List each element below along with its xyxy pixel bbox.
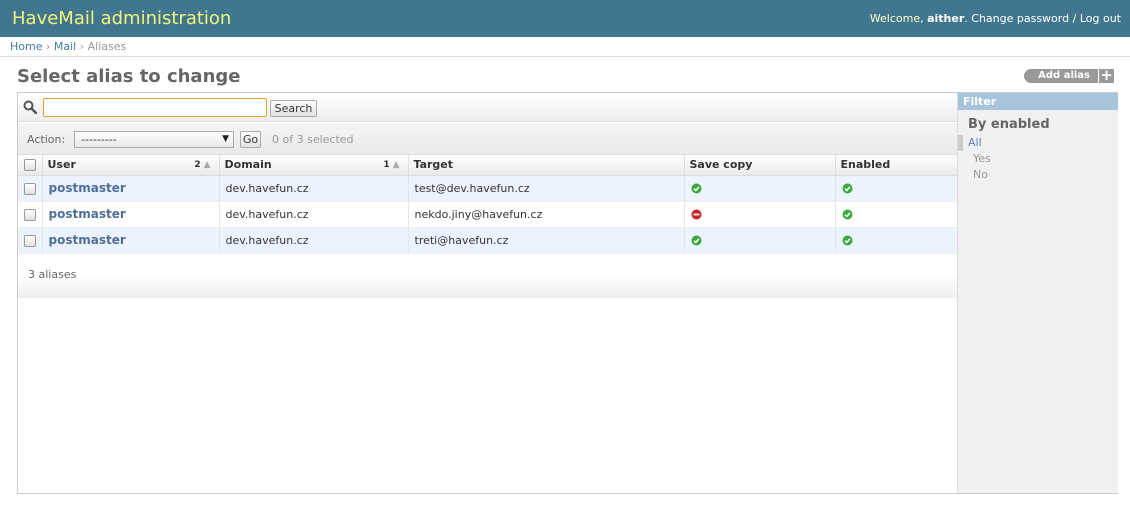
yes-icon	[842, 209, 852, 220]
table-header-row: User 2 ▲ Domain 1 ▲ Target Save copy Ena…	[18, 155, 957, 176]
column-header-target[interactable]: Target	[407, 155, 684, 176]
change-password-link[interactable]: Change password	[971, 12, 1069, 25]
breadcrumb: Home › Mail › Aliases	[0, 37, 1130, 57]
column-header-save-copy[interactable]: Save copy	[683, 155, 835, 176]
breadcrumb-mail[interactable]: Mail	[54, 40, 76, 53]
user-link[interactable]: postmaster	[49, 207, 126, 221]
breadcrumb-home[interactable]: Home	[10, 40, 42, 53]
column-header-domain[interactable]: Domain 1 ▲	[218, 155, 408, 176]
user-link[interactable]: postmaster	[49, 181, 126, 195]
target-cell: treti@havefun.cz	[407, 227, 684, 254]
table-row: postmaster dev.havefun.cz nekdo.jiny@hav…	[18, 201, 957, 228]
sort-priority: 1	[383, 160, 390, 170]
user-link[interactable]: postmaster	[49, 233, 126, 247]
yes-icon	[842, 183, 852, 194]
action-select[interactable]: --------- ▼	[74, 131, 234, 148]
select-all-header	[18, 155, 42, 176]
column-domain-label: Domain	[224, 158, 272, 172]
go-button[interactable]: Go	[240, 131, 261, 148]
sort-indicator[interactable]: 1 ▲	[383, 160, 399, 170]
yes-icon	[691, 235, 701, 246]
filter-link-yes[interactable]: Yes	[973, 152, 991, 165]
header: HaveMail administration Welcome, aither.…	[0, 0, 1130, 37]
filter-panel: Filter By enabled All Yes No	[957, 93, 1118, 493]
user-tools: Welcome, aither. Change password / Log o…	[869, 12, 1121, 25]
plus-icon: +	[1098, 68, 1114, 83]
sort-priority: 2	[194, 160, 201, 170]
site-name: HaveMail administration	[12, 8, 232, 29]
row-checkbox[interactable]	[23, 208, 36, 221]
table-row: postmaster dev.havefun.cz test@dev.havef…	[18, 175, 957, 202]
filter-list: All Yes No	[958, 135, 1118, 183]
table-row: postmaster dev.havefun.cz treti@havefun.…	[18, 227, 957, 254]
domain-cell: dev.havefun.cz	[218, 227, 408, 254]
action-select-value: ---------	[81, 133, 117, 146]
filter-option-all: All	[958, 135, 1118, 151]
row-checkbox[interactable]	[23, 182, 36, 195]
search-toolbar: Search	[18, 93, 957, 122]
domain-cell: dev.havefun.cz	[218, 175, 408, 202]
filter-option-no: No	[958, 167, 1118, 183]
column-header-enabled[interactable]: Enabled	[834, 155, 957, 176]
sort-indicator[interactable]: 2 ▲	[194, 160, 210, 170]
chevron-down-icon: ▼	[222, 134, 229, 144]
filter-heading: By enabled	[968, 117, 1050, 132]
add-alias-label: Add alias	[1024, 69, 1098, 83]
filter-option-yes: Yes	[958, 151, 1118, 167]
target-cell: nekdo.jiny@havefun.cz	[407, 201, 684, 228]
filter-title: Filter	[958, 93, 1118, 110]
welcome-text: Welcome,	[869, 12, 924, 25]
action-label: Action:	[27, 133, 66, 146]
column-user-label: User	[47, 158, 76, 172]
page-title: Select alias to change	[17, 66, 241, 87]
filter-link-no[interactable]: No	[973, 168, 988, 181]
actions-bar: Action: --------- ▼ Go 0 of 3 selected	[18, 123, 957, 155]
filter-link-all[interactable]: All	[968, 136, 982, 149]
column-target-label: Target	[413, 158, 454, 172]
breadcrumb-separator: ›	[45, 40, 51, 53]
selected-count: 0 of 3 selected	[272, 133, 354, 146]
user-tools-separator: /	[1072, 12, 1077, 25]
target-cell: test@dev.havefun.cz	[407, 175, 684, 202]
breadcrumb-current: Aliases	[87, 40, 127, 53]
result-table: User 2 ▲ Domain 1 ▲ Target Save copy Ena…	[18, 155, 957, 254]
changelist: Search Action: --------- ▼ Go 0 of 3 sel…	[17, 92, 1118, 494]
logout-link[interactable]: Log out	[1080, 12, 1121, 25]
domain-cell: dev.havefun.cz	[218, 201, 408, 228]
yes-icon	[842, 235, 852, 246]
breadcrumb-separator: ›	[79, 40, 85, 53]
sort-ascending-icon: ▲	[392, 160, 400, 170]
yes-icon	[691, 183, 701, 194]
row-checkbox[interactable]	[23, 234, 36, 247]
column-enabled-label: Enabled	[840, 158, 891, 172]
add-alias-button[interactable]: Add alias +	[1024, 68, 1114, 83]
search-input[interactable]	[43, 98, 267, 117]
paginator: 3 aliases	[18, 260, 957, 298]
select-all-checkbox[interactable]	[23, 159, 36, 172]
username: aither	[927, 12, 965, 25]
search-button[interactable]: Search	[270, 100, 317, 117]
column-header-user[interactable]: User 2 ▲	[41, 155, 219, 176]
column-save-copy-label: Save copy	[689, 158, 753, 172]
sort-ascending-icon: ▲	[203, 160, 211, 170]
search-icon	[23, 100, 37, 114]
no-icon	[691, 209, 701, 220]
